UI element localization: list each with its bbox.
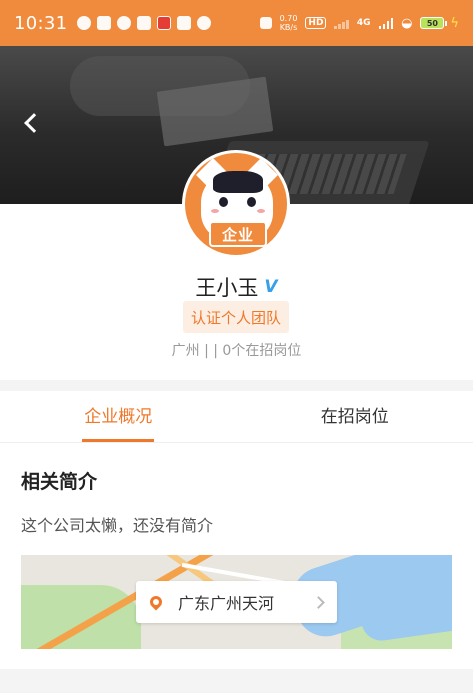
avatar[interactable]: 企业 xyxy=(182,150,290,258)
signal-icon xyxy=(378,17,394,29)
name-row: 王小玉 V xyxy=(0,272,473,302)
back-button[interactable] xyxy=(18,108,44,138)
company-content: 企业概况 在招岗位 相关简介 这个公司太懒，还没有简介 广东广州天河 xyxy=(0,391,473,669)
company-name: 王小玉 xyxy=(195,276,259,300)
network-type: 4G xyxy=(356,18,371,28)
back-arrow-icon xyxy=(24,113,44,133)
tab-company-overview[interactable]: 企业概况 xyxy=(0,391,237,442)
company-meta: 广州 | | 0个在招岗位 xyxy=(171,343,302,359)
charging-icon: ϟ xyxy=(450,15,459,31)
compass-icon xyxy=(117,16,132,30)
chevron-right-icon xyxy=(312,595,325,609)
certification-badge: 认证个人团队 xyxy=(183,301,289,333)
battery-level: 50 xyxy=(420,17,445,29)
vibrate-icon xyxy=(259,17,272,29)
company-intro: 这个公司太懒，还没有简介 xyxy=(21,516,214,535)
status-bar: 10:31 0.70 KB/s HD 4G ◒ 50 ϟ xyxy=(0,0,473,46)
wifi-icon: ◒ xyxy=(401,15,413,31)
status-time: 10:31 xyxy=(14,12,68,34)
smile-icon xyxy=(137,16,152,30)
location-pin-icon xyxy=(147,593,165,611)
network-speed: 0.70 KB/s xyxy=(280,14,298,32)
section-title: 相关简介 xyxy=(21,471,98,493)
message-icon xyxy=(177,16,192,30)
app-notification-icon xyxy=(157,16,172,30)
tab-open-positions[interactable]: 在招岗位 xyxy=(237,391,473,442)
hd-badge: HD xyxy=(305,17,327,29)
location-text: 广东广州天河 xyxy=(178,594,275,613)
battery-icon: 50 ϟ xyxy=(420,16,459,31)
system-icons: 0.70 KB/s HD 4G ◒ 50 ϟ xyxy=(259,14,459,32)
chat-icon xyxy=(77,16,92,30)
verified-icon: V xyxy=(264,277,278,297)
notification-icons xyxy=(77,16,212,30)
location-map[interactable]: 广东广州天河 xyxy=(21,555,452,649)
speed-value: 0.70 xyxy=(279,14,298,23)
speed-unit: KB/s xyxy=(279,23,298,32)
signal-weak-icon xyxy=(334,17,349,29)
location-button[interactable]: 广东广州天河 xyxy=(136,581,337,623)
cloud-icon xyxy=(197,16,212,30)
telegram-icon xyxy=(97,16,112,30)
avatar-sign: 企业 xyxy=(209,221,267,247)
tab-bar: 企业概况 在招岗位 xyxy=(0,391,473,443)
